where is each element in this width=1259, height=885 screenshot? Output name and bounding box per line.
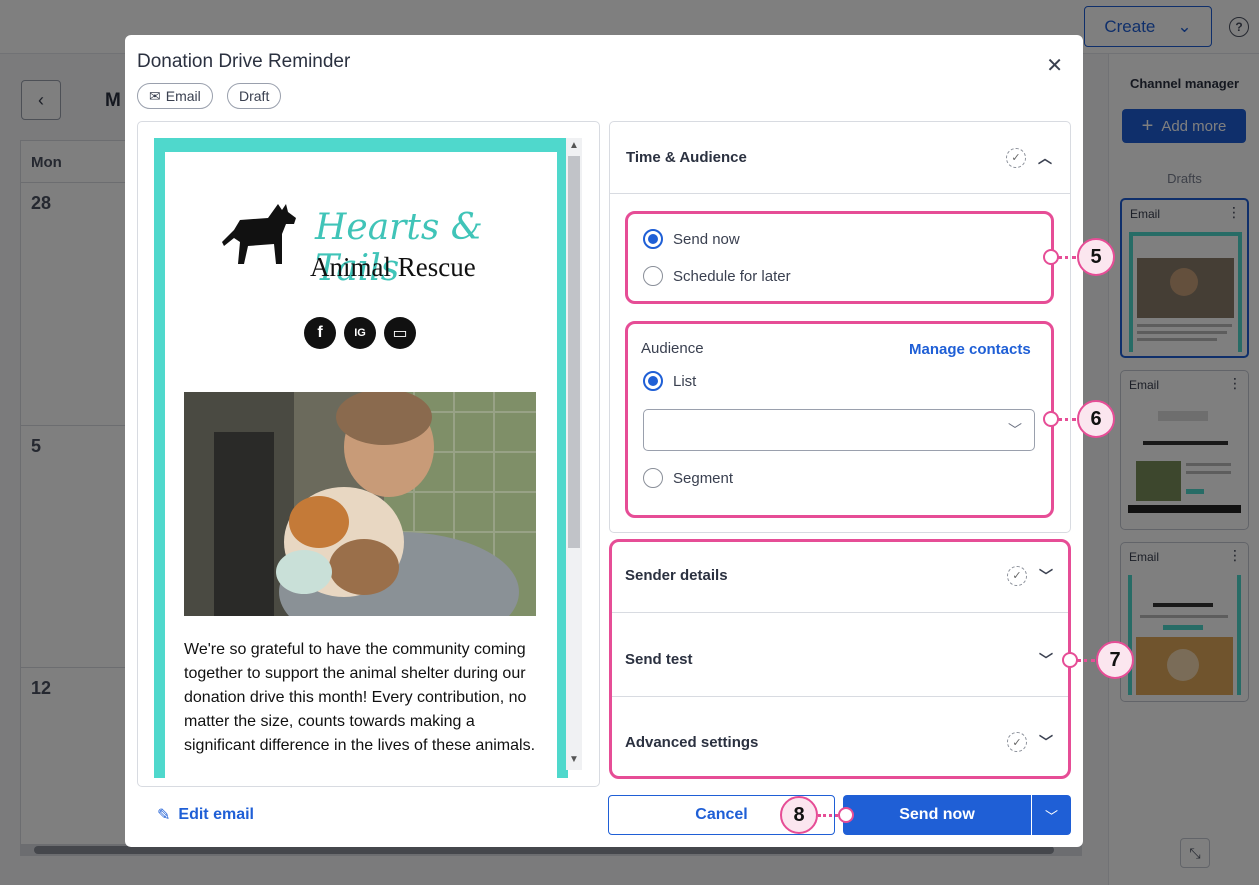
send-now-button[interactable]: Send now [843, 795, 1031, 835]
highlight-send-timing [625, 211, 1054, 304]
scroll-up-icon[interactable]: ▲ [569, 140, 579, 151]
chevron-up-icon[interactable]: ︿ [1038, 148, 1052, 168]
facebook-icon[interactable]: f [304, 317, 336, 349]
callout-connector [1077, 659, 1095, 662]
logo-line-2: Animal Rescue [310, 252, 476, 282]
callout-connector [1058, 256, 1076, 259]
callout-connector [1058, 418, 1076, 421]
callout-dot [1062, 652, 1078, 668]
check-circle-icon: ✓ [1006, 147, 1026, 168]
email-canvas: Hearts & Tails Animal Rescue f IG ▭ We'r… [154, 138, 568, 778]
edit-email-link[interactable]: ✎ Edit email [157, 805, 254, 825]
chip-label: Email [165, 88, 201, 104]
callout-dot [838, 807, 854, 823]
draft-chip: Draft [227, 83, 282, 109]
envelope-icon: ✉ [149, 87, 161, 104]
callout-8: 8 [780, 796, 818, 834]
highlight-audience [625, 321, 1054, 518]
email-content: Hearts & Tails Animal Rescue f IG ▭ We'r… [165, 152, 557, 778]
callout-dot [1043, 249, 1059, 265]
email-chip: ✉ Email [137, 83, 213, 109]
callout-dot [1043, 411, 1059, 427]
website-icon[interactable]: ▭ [384, 317, 416, 349]
send-options-button[interactable]: ﹀ [1032, 795, 1071, 835]
close-icon[interactable]: ✕ [1046, 53, 1063, 78]
scroll-down-icon[interactable]: ▼ [569, 754, 579, 765]
chevron-down-icon: ﹀ [1044, 808, 1058, 824]
section-title: Time & Audience [626, 149, 747, 166]
edit-email-label: Edit email [178, 806, 254, 823]
chip-label: Draft [239, 88, 270, 104]
pencil-icon: ✎ [157, 807, 171, 824]
time-audience-header[interactable]: Time & Audience ✓ ︿ [610, 122, 1070, 194]
dog-logo-icon [222, 204, 296, 264]
callout-connector [818, 814, 838, 817]
scrollbar-thumb[interactable] [568, 156, 580, 548]
callout-6: 6 [1077, 400, 1115, 438]
email-body-text: We're so grateful to have the community … [184, 641, 536, 754]
email-preview[interactable]: Hearts & Tails Animal Rescue f IG ▭ We'r… [137, 121, 600, 787]
callout-5: 5 [1077, 238, 1115, 276]
instagram-icon[interactable]: IG [344, 317, 376, 349]
send-email-modal: Donation Drive Reminder ✕ ✉ Email Draft … [125, 35, 1083, 847]
callout-7: 7 [1096, 641, 1134, 679]
modal-title: Donation Drive Reminder [137, 51, 351, 72]
highlight-settings [609, 539, 1071, 779]
preview-scrollbar[interactable]: ▲ ▼ [566, 138, 582, 770]
woman-with-cat-photo [184, 392, 536, 616]
